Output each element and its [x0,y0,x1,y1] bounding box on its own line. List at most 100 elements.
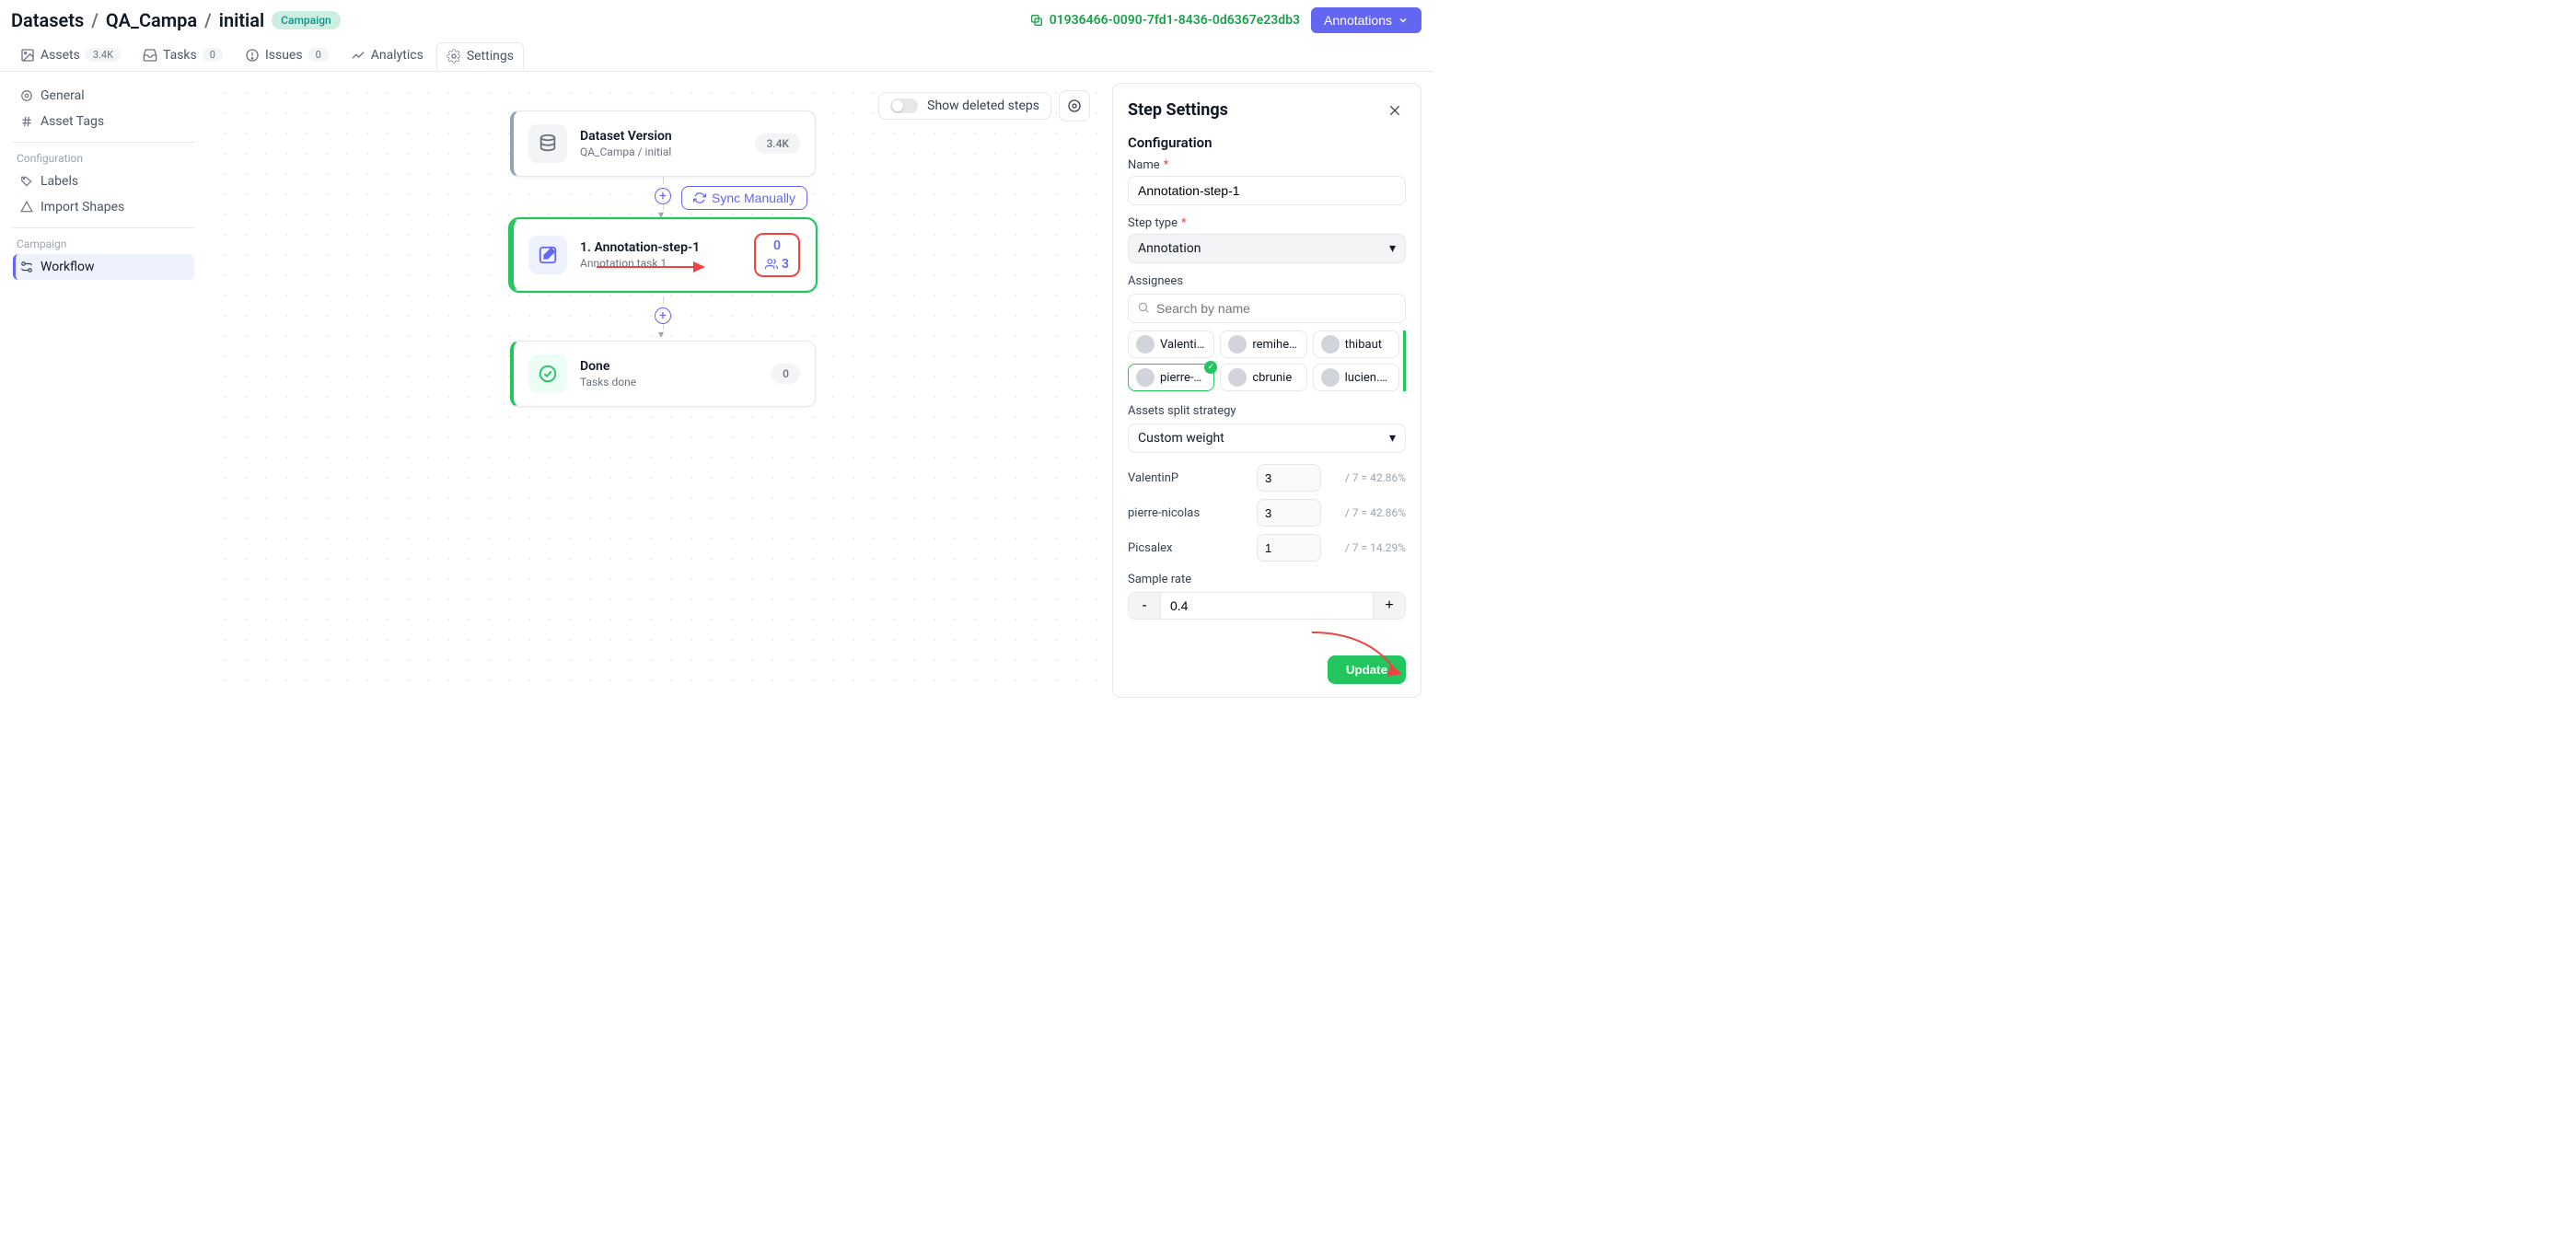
breadcrumb: Datasets / QA_Campa / initial Campaign [11,9,341,31]
assignee-chip[interactable]: remihe… [1220,330,1306,358]
sample-rate-decrease[interactable]: - [1129,593,1160,619]
annotation-arrow [597,258,707,276]
gear-icon [1067,99,1082,113]
breadcrumb-sep: / [204,9,212,31]
weight-name: pierre-nicolas [1128,506,1249,520]
sidebar-item-labels[interactable]: Labels [13,168,194,194]
card-title: Done [580,359,759,374]
uuid-copy[interactable]: 01936466-0090-7fd1-8436-0d6367e23db3 [1029,13,1300,28]
weight-row: pierre-nicolas / 7 = 42.86% [1128,499,1406,527]
sidebar-item-general[interactable]: General [13,83,194,109]
assignee-chip[interactable]: Valenti… [1128,330,1214,358]
assignee-name: cbrunie [1252,371,1292,385]
search-icon [1137,301,1150,314]
annotations-button[interactable]: Annotations [1311,7,1421,33]
step-type-select[interactable]: Annotation ▾ [1128,234,1406,263]
card-subtitle: QA_Campa / initial [580,145,742,158]
add-step-button[interactable]: + [655,307,671,324]
image-icon [20,48,35,63]
annotation-step-card[interactable]: 1. Annotation-step-1 Annotation task 1 0… [510,219,816,291]
assignee-chip[interactable]: thibaut [1313,330,1399,358]
canvas-settings-button[interactable] [1059,90,1090,122]
campaign-chip: Campaign [272,11,341,29]
close-icon [1387,103,1402,118]
breadcrumb-dataset[interactable]: QA_Campa [106,9,197,31]
card-count-badge: 3.4K [755,133,800,154]
breadcrumb-sep: / [91,9,99,31]
tab-analytics[interactable]: Analytics [342,42,433,68]
alert-icon [245,48,260,63]
weight-row: Picsalex / 7 = 14.29% [1128,534,1406,562]
weight-input[interactable] [1257,464,1321,492]
assignee-chip[interactable]: lucien.… [1313,364,1399,391]
sync-manually-button[interactable]: Sync Manually [681,186,807,210]
sample-rate-label: Sample rate [1128,573,1406,586]
assignee-search-input[interactable] [1128,294,1406,323]
inbox-icon [143,48,157,63]
assignee-grid: Valenti… remihe… thibaut pierre-…✓ cbrunie lu… [1128,330,1406,391]
toggle-icon [890,99,918,113]
caret-down-icon: ▾ [1389,241,1396,256]
add-step-button[interactable]: + [655,188,671,204]
sidebar-item-label: Import Shapes [41,200,124,214]
workflow-canvas[interactable]: Show deleted steps Dataset Version QA_Ca… [215,83,1101,698]
tab-assets[interactable]: Assets 3.4K [11,42,130,68]
tag-icon [20,175,33,188]
show-deleted-toggle[interactable]: Show deleted steps [878,92,1051,120]
chevron-down-icon [1398,15,1409,26]
close-button[interactable] [1384,97,1406,123]
step-name-input[interactable] [1128,176,1406,205]
weight-calc: / 7 = 42.86% [1329,471,1406,484]
check-circle-icon [528,354,567,393]
sidebar-item-workflow[interactable]: Workflow [13,254,194,280]
tabs-row: Assets 3.4K Tasks 0 Issues 0 Analytics S… [0,39,1433,72]
panel-section-config: Configuration [1128,134,1406,151]
card-count-badge: 0 [772,364,800,384]
step-metrics-box: 0 3 [754,233,800,277]
tab-tasks[interactable]: Tasks 0 [133,42,232,68]
gear-icon [447,49,461,64]
done-card[interactable]: Done Tasks done 0 [510,341,816,407]
sidebar-section-campaign: Campaign [17,238,194,250]
workflow-icon [20,261,33,273]
tab-settings[interactable]: Settings [436,42,524,70]
split-strategy-select[interactable]: Custom weight ▾ [1128,423,1406,453]
assignee-name: thibaut [1345,338,1382,352]
assignee-chip[interactable]: cbrunie [1220,364,1306,391]
uuid-text: 01936466-0090-7fd1-8436-0d6367e23db3 [1050,13,1300,28]
caret-down-icon: ▾ [1389,431,1396,446]
assignee-name: Valenti… [1160,338,1204,352]
hash-icon [20,115,33,128]
weight-calc: / 7 = 42.86% [1329,506,1406,519]
sidebar-item-label: Asset Tags [41,114,104,129]
assignee-name: remihe… [1252,338,1297,352]
tab-assets-badge: 3.4K [86,48,121,62]
card-title: 1. Annotation-step-1 [580,240,741,255]
step-type-label: Step type* [1128,216,1406,230]
sidebar-item-import-shapes[interactable]: Import Shapes [13,194,194,220]
assignees-label: Assignees [1128,274,1406,288]
weight-row: ValentinP/ 7 = 42.86% [1128,464,1406,492]
dataset-version-card[interactable]: Dataset Version QA_Campa / initial 3.4K [510,110,816,177]
sample-rate-input[interactable] [1160,593,1374,619]
sample-rate-increase[interactable]: + [1374,593,1405,619]
avatar [1136,335,1155,354]
assignee-chip[interactable]: pierre-…✓ [1128,364,1214,391]
check-icon: ✓ [1204,361,1217,374]
breadcrumb-version: initial [219,9,264,31]
assignee-name: pierre-… [1160,371,1201,385]
edit-icon [528,236,567,274]
weight-calc: / 7 = 14.29% [1329,541,1406,554]
weights-list: ValentinP/ 7 = 42.86% pierre-nicolas / 7 =… [1128,464,1406,569]
weight-name: Picsalex [1128,541,1249,555]
sidebar-item-asset-tags[interactable]: Asset Tags [13,109,194,134]
show-deleted-label: Show deleted steps [927,99,1039,113]
tab-issues[interactable]: Issues 0 [236,42,338,68]
breadcrumb-datasets[interactable]: Datasets [11,9,84,31]
split-strategy-label: Assets split strategy [1128,404,1406,418]
avatar [1228,335,1247,354]
step-task-count: 0 [773,238,781,253]
tab-issues-badge: 0 [308,48,329,62]
weight-input[interactable] [1257,534,1321,562]
weight-input[interactable] [1257,499,1321,527]
